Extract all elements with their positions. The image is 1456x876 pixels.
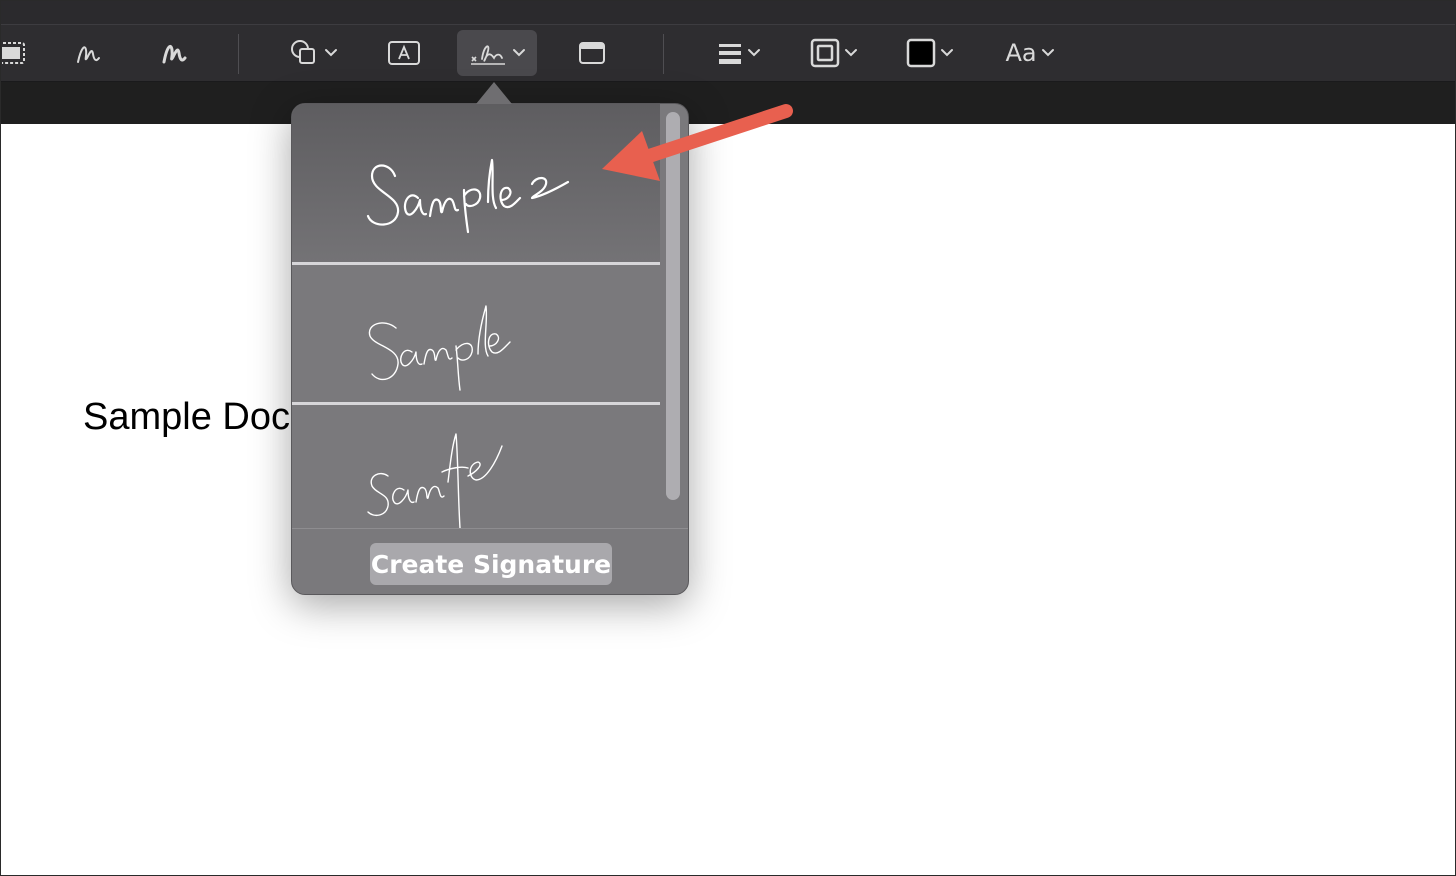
signature-icon: [471, 45, 505, 65]
text-box-icon: [388, 41, 420, 65]
signature-divider: [292, 262, 660, 265]
toolbar-separator: [663, 34, 664, 74]
border-color-button[interactable]: [804, 30, 864, 76]
signature-sample-image: [368, 305, 511, 391]
markup-toolbar: Aa: [0, 0, 1456, 82]
signature-item-sample-alt[interactable]: [292, 406, 660, 530]
sign-tool-button[interactable]: [457, 30, 537, 76]
text-style-button[interactable]: Aa: [1000, 30, 1060, 76]
sketch-icon: [77, 46, 100, 63]
chevron-down-icon: [941, 49, 953, 57]
text-style-icon: Aa: [1005, 39, 1037, 67]
popover-notch: [476, 82, 512, 104]
border-color-icon: [810, 38, 840, 68]
chevron-down-icon: [513, 49, 525, 57]
popover-footer: Create Signature: [292, 528, 688, 594]
title-strip: [0, 0, 1456, 25]
selection-tool-button[interactable]: [0, 30, 30, 76]
annotation-arrow: [602, 104, 793, 181]
chevron-down-icon: [325, 49, 337, 57]
signature-item-sample[interactable]: [292, 266, 660, 404]
draw-tool-button[interactable]: [154, 30, 194, 76]
sketch-tool-button[interactable]: [68, 30, 108, 76]
rect-select-icon: [2, 42, 25, 64]
document-text: Sample Doc: [83, 396, 290, 438]
fill-color-icon: [906, 38, 936, 68]
shapes-icon: [291, 40, 315, 64]
signature-sample-alt-image: [367, 433, 503, 529]
fill-color-button[interactable]: [900, 30, 960, 76]
shape-style-button[interactable]: [710, 30, 768, 76]
chevron-down-icon: [748, 49, 760, 57]
line-style-icon: [719, 44, 741, 64]
chevron-down-icon: [1041, 49, 1054, 57]
note-icon: [579, 42, 605, 64]
shapes-tool-button[interactable]: [282, 30, 344, 76]
draw-icon: [162, 45, 187, 64]
signature-divider: [292, 402, 660, 405]
create-signature-button[interactable]: Create Signature: [370, 543, 612, 585]
note-tool-button[interactable]: [572, 30, 612, 76]
chevron-down-icon: [845, 49, 857, 57]
text-box-tool-button[interactable]: [384, 30, 424, 76]
toolbar-separator: [238, 34, 239, 74]
